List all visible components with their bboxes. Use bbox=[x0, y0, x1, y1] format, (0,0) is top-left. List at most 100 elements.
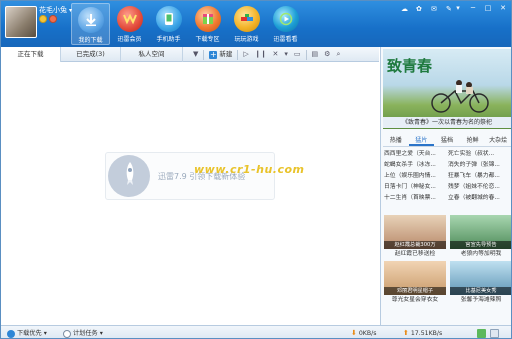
username-menu[interactable]: 花毛小兔 ▾ bbox=[39, 5, 72, 15]
thumbnail-caption: 官宣先导预告 bbox=[450, 241, 511, 249]
thumbnail-label: 张馨予海滩辣照 bbox=[460, 297, 502, 303]
rtab-fresh[interactable]: 抢鲜 bbox=[460, 135, 486, 146]
tab-private-space[interactable]: 私人空间 bbox=[121, 47, 183, 62]
tab-downloading[interactable]: 正在下载 bbox=[1, 47, 61, 62]
speed-mode-icon[interactable] bbox=[477, 329, 486, 338]
clock-icon bbox=[63, 329, 71, 338]
news-link[interactable]: 日落卡门（神秘女... bbox=[384, 182, 448, 193]
search-icon[interactable]: ⌕ bbox=[333, 47, 343, 62]
nav-download-zone[interactable]: 下载专区 bbox=[188, 3, 227, 45]
download-priority-button[interactable]: 下载优先 ▾ bbox=[7, 326, 47, 338]
arrow-up-icon: ⬆ bbox=[403, 329, 409, 337]
panel-toggle-icon[interactable] bbox=[490, 329, 499, 338]
scheduled-tasks-button[interactable]: 计划任务 ▾ bbox=[63, 326, 103, 338]
new-task-button[interactable]: + 新建 bbox=[206, 47, 235, 62]
window-controls: ▾ ─ □ ✕ bbox=[452, 4, 509, 13]
maximize-icon[interactable]: □ bbox=[482, 4, 494, 13]
vip-badge-icon[interactable] bbox=[49, 15, 57, 23]
mail-icon[interactable]: ✉ bbox=[431, 6, 440, 13]
download-speed-value: 0KB/s bbox=[358, 330, 377, 337]
rtab-misc[interactable]: 大杂烩 bbox=[485, 135, 511, 146]
thumbnail-label: 赵红霞已移送检 bbox=[394, 251, 436, 257]
news-link[interactable]: 上位（娱乐圈内情... bbox=[384, 171, 448, 182]
rtab-films[interactable]: 猛片 bbox=[408, 135, 435, 146]
empty-state-watermark: 迅雷7.9 引领下载新体验 www.cr1-hu.com bbox=[105, 152, 304, 200]
thumbnail-label: 尊光女星会穿衣女 bbox=[391, 297, 439, 303]
news-row: 十二生肖（首映票... 立春（被翻城的春... bbox=[384, 193, 511, 204]
nav-label: 迅雷看看 bbox=[273, 36, 298, 43]
news-link[interactable]: 死亡实验（叔状... bbox=[448, 149, 511, 160]
nav-label: 下载专区 bbox=[195, 36, 220, 43]
nav-kankan[interactable]: 迅雷看看 bbox=[266, 3, 305, 45]
news-link[interactable]: 蛇蝎女杀手（冰冻... bbox=[384, 160, 448, 171]
news-link[interactable]: 消失的子弹（张锦... bbox=[448, 160, 511, 171]
arrow-down-icon[interactable]: ▼ bbox=[190, 47, 201, 62]
nav-label: 迅雷会员 bbox=[117, 36, 142, 43]
toolbar-divider bbox=[203, 49, 205, 60]
thumbnail-image: 官宣先导预告 bbox=[450, 215, 511, 249]
level-badge-icon[interactable] bbox=[39, 15, 47, 23]
nav-phone-assistant[interactable]: 手机助手 bbox=[149, 3, 188, 45]
banner-caption[interactable]: 《致青春》一次以青春为名的祭祀 bbox=[383, 117, 511, 128]
download-list-area[interactable]: 迅雷7.9 引领下载新体验 www.cr1-hu.com bbox=[1, 63, 379, 325]
close-icon[interactable]: ✕ bbox=[497, 4, 509, 13]
folder-icon[interactable]: ▭ bbox=[291, 47, 304, 62]
news-link[interactable]: 狂暴飞车（暴力都... bbox=[448, 171, 511, 182]
rocket-logo-icon bbox=[108, 155, 150, 197]
task-tabbar: 正在下载 已完成(3) 私人空间 ▼ + 新建 ▷ ❙❙ ✕ ▾ ▭ ▤ ⚙ ⌕ bbox=[1, 47, 379, 62]
watermark-url: www.cr1-hu.com bbox=[194, 163, 305, 176]
thumbnail-card[interactable]: 赵红霞总裁300万 赵红霞已移送检 bbox=[384, 215, 446, 259]
thumbnail-card[interactable]: 官宣先导预告 老狼内等加明我 bbox=[450, 215, 511, 259]
thumbnail-caption: 邓丽君明星帽子 bbox=[384, 287, 446, 295]
thumbnail-card[interactable]: 比基尼美女秀 张馨予海滩辣照 bbox=[450, 261, 511, 305]
chevron-down-icon: ▾ bbox=[43, 330, 47, 337]
news-link[interactable]: 十二生肖（首映票... bbox=[384, 193, 448, 204]
thumbnail-card[interactable]: 邓丽君明星帽子 尊光女星会穿衣女 bbox=[384, 261, 446, 305]
menu-icon[interactable]: ▾ bbox=[452, 4, 464, 13]
news-link[interactable]: 立春（被翻城的春... bbox=[448, 193, 511, 204]
main-nav: 我的下载 迅雷会员 手机助手 下载专区 玩玩游戏 迅雷看看 bbox=[71, 3, 305, 45]
schedule-label: 计划任务 bbox=[73, 330, 98, 337]
pause-icon[interactable]: ❙❙ bbox=[252, 47, 270, 62]
thumbnail-caption: 比基尼美女秀 bbox=[450, 287, 511, 295]
news-link[interactable]: 残梦（姐妹不伦恋... bbox=[448, 182, 511, 193]
cloud-icon[interactable]: ☁ bbox=[401, 6, 410, 13]
new-task-label: 新建 bbox=[219, 50, 233, 58]
news-row: 蛇蝎女杀手（冰冻... 消失的子弹（张锦... bbox=[384, 160, 511, 171]
rtab-hot[interactable]: 热播 bbox=[383, 135, 409, 146]
nav-games[interactable]: 玩玩游戏 bbox=[227, 3, 266, 45]
delete-icon[interactable]: ✕ bbox=[270, 47, 282, 62]
tab-completed[interactable]: 已完成(3) bbox=[61, 47, 121, 62]
xunlei-window: 花毛小兔 ▾ 我的下载 迅雷会员 手机助手 下载专区 玩玩游戏 迅雷看看 ☁ ✿… bbox=[0, 0, 512, 339]
task-toolbar: ▼ + 新建 ▷ ❙❙ ✕ ▾ ▭ ▤ ⚙ ⌕ bbox=[190, 47, 343, 62]
download-icon bbox=[77, 7, 104, 33]
upload-speed: ⬆ 17.51KB/s bbox=[403, 326, 443, 338]
toolbar-divider bbox=[305, 49, 307, 60]
box-icon bbox=[194, 6, 221, 32]
arrow-down-icon: ⬇ bbox=[351, 329, 357, 337]
start-icon[interactable]: ▷ bbox=[240, 47, 251, 62]
upload-speed-value: 17.51KB/s bbox=[410, 330, 443, 337]
nav-label: 手机助手 bbox=[156, 36, 181, 43]
rtab-schedule[interactable]: 猛档 bbox=[434, 135, 460, 146]
status-bar: 下载优先 ▾ 计划任务 ▾ ⬇ 0KB/s ⬆ 17.51KB/s bbox=[1, 325, 511, 338]
thumbnail-image: 邓丽君明星帽子 bbox=[384, 261, 446, 295]
bicycle-illustration bbox=[431, 80, 489, 113]
avatar[interactable] bbox=[5, 6, 37, 38]
recommend-panel: 致青春 《致青春》一次以青春为名的祭祀 热播 猛片 猛档 抢鲜 大杂烩 西西里之… bbox=[380, 47, 511, 325]
more-icon[interactable]: ▾ bbox=[281, 47, 291, 62]
minimize-icon[interactable]: ─ bbox=[467, 4, 479, 13]
download-speed: ⬇ 0KB/s bbox=[351, 326, 377, 338]
vip-icon bbox=[116, 6, 143, 32]
news-link[interactable]: 西西里之爱（天台... bbox=[384, 149, 448, 160]
skin-icon[interactable]: ✿ bbox=[416, 6, 425, 13]
nav-label: 我的下载 bbox=[78, 37, 103, 44]
nav-vip[interactable]: 迅雷会员 bbox=[110, 3, 149, 45]
chevron-down-icon: ▾ bbox=[99, 330, 103, 337]
settings-icon[interactable]: ⚙ bbox=[321, 47, 333, 62]
play-icon bbox=[272, 6, 299, 32]
nav-my-downloads[interactable]: 我的下载 bbox=[71, 3, 110, 45]
header-bar: 花毛小兔 ▾ 我的下载 迅雷会员 手机助手 下载专区 玩玩游戏 迅雷看看 ☁ ✿… bbox=[1, 1, 511, 47]
thumbnail-label: 老狼内等加明我 bbox=[460, 251, 502, 257]
detail-icon[interactable]: ▤ bbox=[309, 47, 322, 62]
